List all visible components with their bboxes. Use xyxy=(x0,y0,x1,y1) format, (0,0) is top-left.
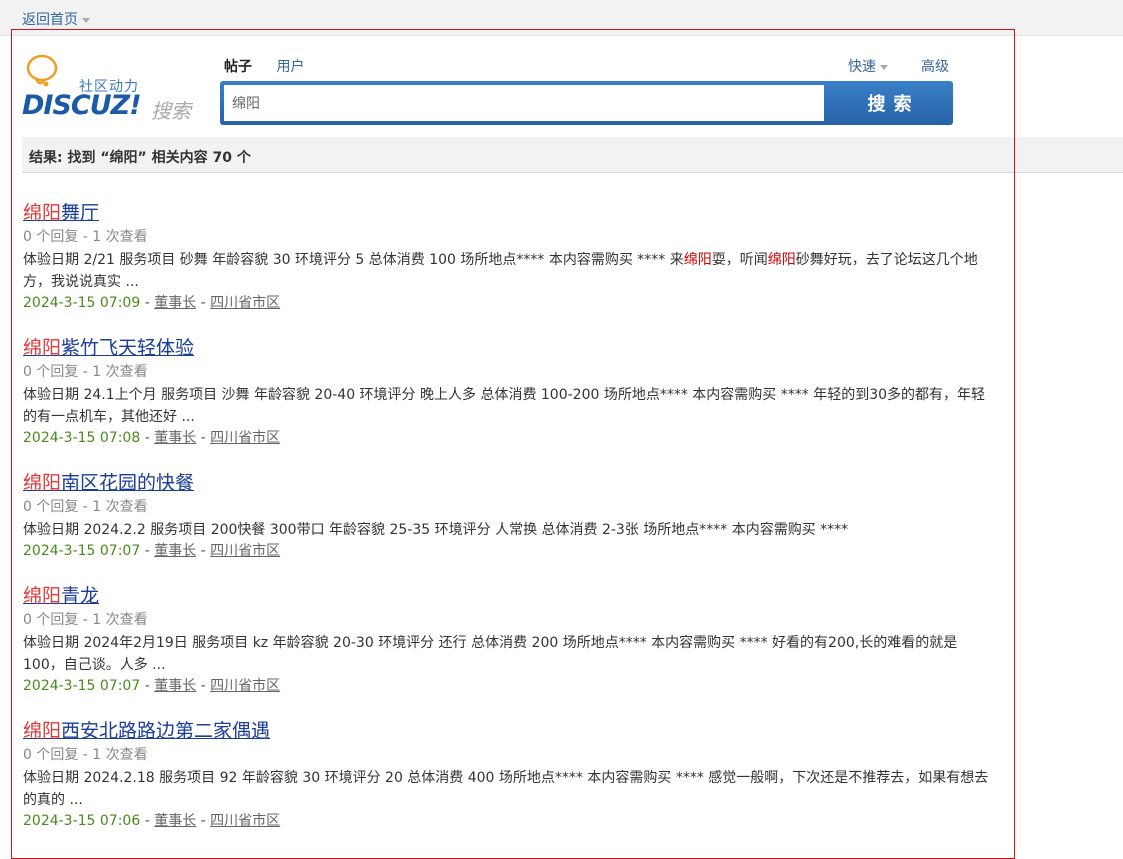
forum-link[interactable]: 四川省市区 xyxy=(210,295,280,311)
search-bar: 搜索 xyxy=(220,81,953,125)
result-summary-text: 体验日期 2024.2.18 服务项目 92 年龄容貌 30 环境评分 20 总… xyxy=(23,767,993,811)
result-title[interactable]: 绵阳南区花园的快餐 xyxy=(23,470,194,496)
home-link-label: 返回首页 xyxy=(22,12,78,28)
forum-link[interactable]: 四川省市区 xyxy=(210,678,280,694)
search-button[interactable]: 搜索 xyxy=(830,85,949,121)
title-highlight: 绵阳 xyxy=(23,202,62,224)
lightbulb-icon xyxy=(26,54,58,87)
result-summary-text: 体验日期 2/21 服务项目 砂舞 年龄容貌 30 环境评分 5 总体消费 10… xyxy=(23,249,993,293)
result-summary-text: 体验日期 2024.2.2 服务项目 200快餐 300带口 年龄容貌 25-3… xyxy=(23,519,993,541)
summary-text: 耍，听闻 xyxy=(711,252,768,268)
list-item: 绵阳南区花园的快餐 0 个回复 - 1 次查看 体验日期 2024.2.2 服务… xyxy=(23,470,993,561)
title-text: 青龙 xyxy=(61,585,100,607)
list-item: 绵阳舞厅 0 个回复 - 1 次查看 体验日期 2/21 服务项目 砂舞 年龄容… xyxy=(23,200,993,313)
summary-text: 体验日期 24.1上个月 服务项目 沙舞 年龄容貌 20-40 环境评分 晚上人… xyxy=(23,387,986,425)
summary-highlight: 绵阳 xyxy=(767,252,796,268)
forum-link[interactable]: 四川省市区 xyxy=(210,543,280,559)
result-summary-text: 体验日期 2024年2月19日 服务项目 kz 年龄容貌 20-30 环境评分 … xyxy=(23,632,993,676)
result-meta: 0 个回复 - 1 次查看 xyxy=(23,499,148,515)
result-title[interactable]: 绵阳舞厅 xyxy=(23,200,99,226)
result-title[interactable]: 绵阳紫竹飞天轻体验 xyxy=(23,335,194,361)
title-highlight: 绵阳 xyxy=(23,337,62,359)
post-date: 2024-3-15 07:07 xyxy=(23,678,141,694)
post-date: 2024-3-15 07:06 xyxy=(23,813,141,829)
tab-users[interactable]: 用户 xyxy=(276,56,304,76)
chevron-down-icon xyxy=(82,17,90,23)
quick-search-label: 快速 xyxy=(848,59,876,75)
result-byline: 2024-3-15 07:08 - 董事长 - 四川省市区 xyxy=(23,430,281,446)
post-date: 2024-3-15 07:08 xyxy=(23,430,141,446)
result-meta: 0 个回复 - 1 次查看 xyxy=(23,612,148,628)
quick-search-dropdown[interactable]: 快速 xyxy=(848,56,888,76)
title-text: 舞厅 xyxy=(61,202,100,224)
forum-link[interactable]: 四川省市区 xyxy=(210,813,280,829)
title-highlight: 绵阳 xyxy=(23,585,62,607)
summary-text: 体验日期 2024.2.18 服务项目 92 年龄容貌 30 环境评分 20 总… xyxy=(23,770,989,808)
summary-text: 体验日期 2024年2月19日 服务项目 kz 年龄容貌 20-30 环境评分 … xyxy=(23,635,958,673)
result-meta: 0 个回复 - 1 次查看 xyxy=(23,364,148,380)
logo-wordmark: DISCUZ! xyxy=(22,90,142,121)
results-list: 绵阳舞厅 0 个回复 - 1 次查看 体验日期 2/21 服务项目 砂舞 年龄容… xyxy=(23,200,993,853)
post-date: 2024-3-15 07:09 xyxy=(23,295,141,311)
result-summary-bar: 结果: 找到 “绵阳” 相关内容 70 个 xyxy=(22,137,1123,173)
home-link[interactable]: 返回首页 xyxy=(22,9,90,29)
result-byline: 2024-3-15 07:07 - 董事长 - 四川省市区 xyxy=(23,678,281,694)
result-meta: 0 个回复 - 1 次查看 xyxy=(23,229,148,245)
chevron-down-icon xyxy=(880,64,888,70)
summary-text: 体验日期 2024.2.2 服务项目 200快餐 300带口 年龄容貌 25-3… xyxy=(23,522,849,538)
summary-highlight: 绵阳 xyxy=(683,252,712,268)
advanced-search-link[interactable]: 高级 xyxy=(921,56,949,76)
result-byline: 2024-3-15 07:07 - 董事长 - 四川省市区 xyxy=(23,543,281,559)
title-text: 紫竹飞天轻体验 xyxy=(61,337,195,359)
author-link[interactable]: 董事长 xyxy=(154,543,196,559)
title-highlight: 绵阳 xyxy=(23,472,62,494)
list-item: 绵阳紫竹飞天轻体验 0 个回复 - 1 次查看 体验日期 24.1上个月 服务项… xyxy=(23,335,993,448)
author-link[interactable]: 董事长 xyxy=(154,678,196,694)
result-summary: 结果: 找到 “绵阳” 相关内容 70 个 xyxy=(29,150,251,166)
site-logo[interactable]: 社区动力 DISCUZ! 搜索 xyxy=(22,52,202,123)
result-summary-text: 体验日期 24.1上个月 服务项目 沙舞 年龄容貌 20-40 环境评分 晚上人… xyxy=(23,384,993,428)
title-text: 南区花园的快餐 xyxy=(61,472,195,494)
forum-link[interactable]: 四川省市区 xyxy=(210,430,280,446)
author-link[interactable]: 董事长 xyxy=(154,430,196,446)
logo-subtitle: 搜索 xyxy=(151,99,191,123)
result-byline: 2024-3-15 07:09 - 董事长 - 四川省市区 xyxy=(23,295,281,311)
search-type-tabs: 帖子 用户 xyxy=(224,56,324,76)
title-text: 西安北路路边第二家偶遇 xyxy=(61,720,271,742)
author-link[interactable]: 董事长 xyxy=(154,813,196,829)
tab-posts[interactable]: 帖子 xyxy=(224,56,252,76)
list-item: 绵阳西安北路路边第二家偶遇 0 个回复 - 1 次查看 体验日期 2024.2.… xyxy=(23,718,993,831)
post-date: 2024-3-15 07:07 xyxy=(23,543,141,559)
result-meta: 0 个回复 - 1 次查看 xyxy=(23,747,148,763)
result-title[interactable]: 绵阳青龙 xyxy=(23,583,99,609)
title-highlight: 绵阳 xyxy=(23,720,62,742)
top-bar: 返回首页 xyxy=(0,0,1123,36)
list-item: 绵阳青龙 0 个回复 - 1 次查看 体验日期 2024年2月19日 服务项目 … xyxy=(23,583,993,696)
author-link[interactable]: 董事长 xyxy=(154,295,196,311)
summary-text: 体验日期 2/21 服务项目 砂舞 年龄容貌 30 环境评分 5 总体消费 10… xyxy=(23,252,684,268)
search-input[interactable] xyxy=(224,85,824,121)
result-byline: 2024-3-15 07:06 - 董事长 - 四川省市区 xyxy=(23,813,281,829)
result-title[interactable]: 绵阳西安北路路边第二家偶遇 xyxy=(23,718,270,744)
